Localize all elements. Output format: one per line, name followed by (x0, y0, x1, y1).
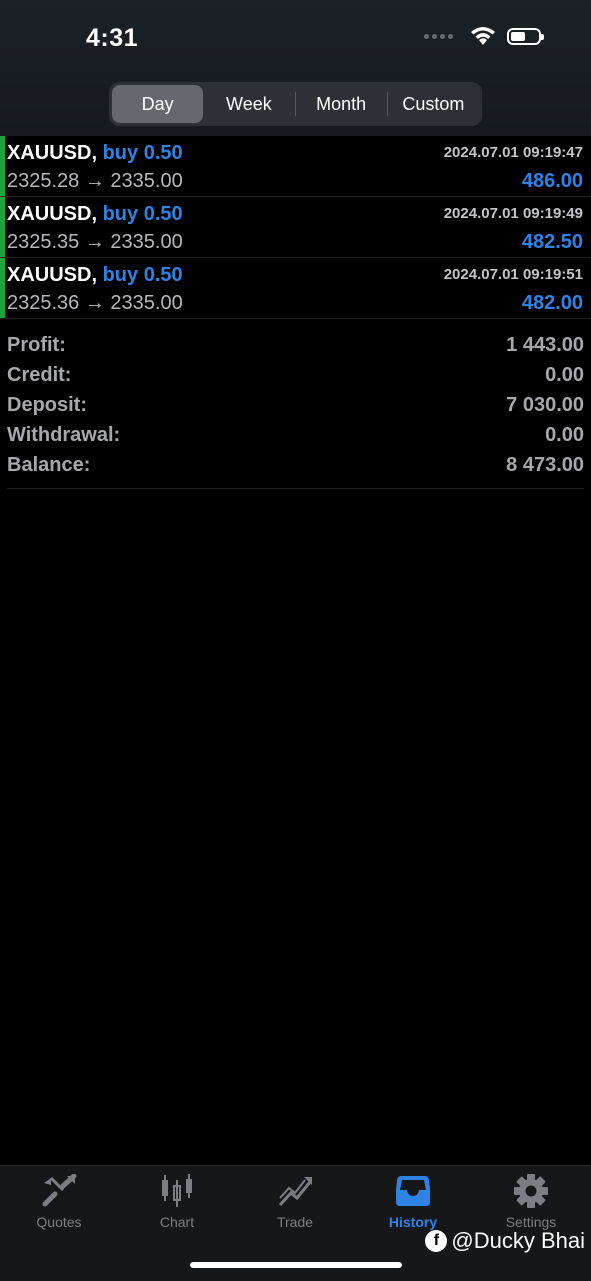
summary-profit: Profit: 1 443.00 (7, 330, 584, 360)
summary-value: 7 030.00 (506, 393, 584, 416)
home-indicator[interactable] (190, 1262, 402, 1268)
facebook-icon: f (425, 1230, 448, 1252)
battery-icon (507, 27, 544, 45)
trade-row[interactable]: XAUUSD, buy 0.50 2024.07.01 09:19:49 232… (0, 197, 591, 258)
trade-datetime: 2024.07.01 09:19:47 (443, 144, 583, 161)
trade-profit: 482.00 (521, 292, 583, 314)
trade-datetime: 2024.07.01 09:19:49 (443, 205, 583, 222)
trade-prices: 2325.36 → 2335.00 (7, 292, 183, 314)
period-tab-month[interactable]: Month (296, 85, 387, 123)
tab-chart[interactable]: Chart (118, 1174, 236, 1234)
watermark: f @Ducky Bhai (425, 1228, 585, 1254)
history-icon (396, 1176, 430, 1206)
trade-direction: buy 0.50 (102, 203, 183, 225)
status-time: 4:31 (86, 24, 139, 52)
summary-label: Credit: (7, 363, 72, 386)
gear-icon (514, 1174, 548, 1208)
trade-direction: buy 0.50 (102, 142, 183, 164)
period-tab-custom[interactable]: Custom (388, 85, 479, 123)
trade-symbol: XAUUSD, (7, 203, 98, 225)
trade-profit: 482.50 (521, 231, 583, 253)
watermark-text: @Ducky Bhai (451, 1228, 585, 1253)
trade-profit: 486.00 (521, 170, 583, 192)
tab-quotes[interactable]: Quotes (0, 1174, 118, 1234)
status-icons (424, 26, 544, 46)
trade-symbol: XAUUSD, (7, 264, 98, 286)
buy-indicator (0, 197, 5, 257)
trade-direction: buy 0.50 (102, 264, 183, 286)
trade-prices: 2325.35 → 2335.00 (7, 231, 183, 253)
summary-credit: Credit: 0.00 (7, 360, 584, 390)
trade-row[interactable]: XAUUSD, buy 0.50 2024.07.01 09:19:47 232… (0, 136, 591, 197)
trade-row[interactable]: XAUUSD, buy 0.50 2024.07.01 09:19:51 232… (0, 258, 591, 319)
period-tab-day[interactable]: Day (112, 85, 204, 123)
trade-datetime: 2024.07.01 09:19:51 (443, 266, 583, 283)
summary-label: Withdrawal: (7, 423, 121, 446)
trade-icon (278, 1177, 312, 1207)
trade-history-list: XAUUSD, buy 0.50 2024.07.01 09:19:47 232… (0, 136, 591, 319)
summary-value: 8 473.00 (506, 453, 584, 476)
tab-label: Chart (159, 1214, 195, 1230)
account-summary: Profit: 1 443.00 Credit: 0.00 Deposit: 7 03… (7, 330, 584, 489)
tab-label: Trade (276, 1214, 314, 1230)
summary-label: Profit: (7, 333, 66, 356)
buy-indicator (0, 258, 5, 318)
summary-balance: Balance: 8 473.00 (7, 450, 584, 480)
wifi-icon (471, 27, 495, 45)
summary-value: 1 443.00 (506, 333, 584, 356)
tab-history[interactable]: History (354, 1174, 472, 1234)
period-selector: Day Week Month Custom (109, 82, 482, 126)
summary-label: Deposit: (7, 393, 87, 416)
summary-deposit: Deposit: 7 030.00 (7, 390, 584, 420)
chart-icon (162, 1174, 192, 1207)
signal-icon (424, 33, 453, 39)
period-tab-week[interactable]: Week (203, 85, 294, 123)
trade-prices: 2325.28 → 2335.00 (7, 170, 183, 192)
tab-settings[interactable]: Settings (472, 1174, 590, 1234)
summary-value: 0.00 (545, 363, 584, 386)
summary-label: Balance: (7, 453, 91, 476)
summary-withdrawal: Withdrawal: 0.00 (7, 420, 584, 450)
tab-label: Quotes (36, 1214, 82, 1230)
tab-trade[interactable]: Trade (236, 1174, 354, 1234)
quotes-icon (42, 1174, 77, 1207)
trade-symbol: XAUUSD, (7, 142, 98, 164)
header: 4:31 Day Week Month Custom (0, 0, 591, 136)
buy-indicator (0, 136, 5, 196)
summary-value: 0.00 (545, 423, 584, 446)
